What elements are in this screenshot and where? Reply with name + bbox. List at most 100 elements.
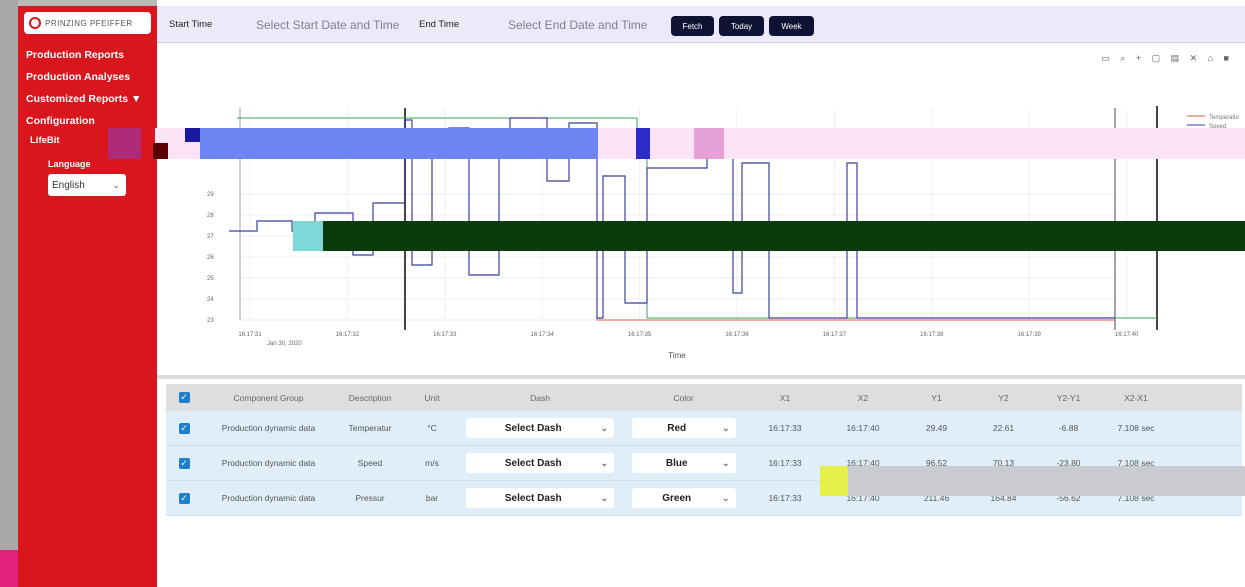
desktop-background — [0, 0, 18, 587]
x-axis-ticks: 16:17:31 16:17:32 16:17:33 16:17:34 16:17:35… — [238, 332, 1139, 338]
cell-x1: 16:17:33 — [768, 458, 802, 468]
header-y1: Y1 — [931, 392, 942, 403]
chart-toolbar[interactable]: ▭ ⌕ + ▢ ▤ ✕ ⌂ ■ — [1101, 53, 1233, 64]
y-axis-ticks: 23 24 25 26 27 28 29 — [207, 192, 214, 324]
glitch-block-magenta — [108, 128, 141, 159]
cell-x2-x1: 7.108 sec — [1117, 423, 1155, 433]
logo-circle-icon — [29, 17, 41, 29]
table-cell: ✓ — [166, 422, 202, 434]
x-axis-label: Time — [668, 351, 686, 360]
dash-select-value: Select Dash — [504, 422, 562, 434]
sidebar: PRINZING PFEIFFER Production Reports Pro… — [18, 6, 157, 587]
cell-description: Pressur — [355, 493, 385, 503]
cell-y1: 29.49 — [925, 423, 948, 433]
cell-y2: 22.61 — [992, 423, 1015, 433]
logo-text: PRINZING PFEIFFER — [45, 18, 133, 28]
select-all-checkbox[interactable]: ✓ — [178, 392, 190, 403]
cell-description: Temperatur — [348, 423, 392, 433]
fetch-button[interactable]: Fetch — [671, 16, 714, 36]
glitch-block-pastel — [694, 128, 724, 159]
x-tick-label: 16:17:32 — [336, 332, 360, 338]
header-unit: Unit — [424, 392, 440, 403]
header-x2-x1: X2-X1 — [1124, 392, 1148, 403]
start-date-input[interactable]: Select Start Date and Time — [256, 18, 399, 32]
header-description: Description — [348, 392, 392, 403]
y-tick-label: 23 — [207, 318, 214, 324]
row-checkbox[interactable]: ✓ — [178, 457, 190, 469]
chart-svg: 23242526272829 16:17:31 16:17:32 16:17:33 1… — [207, 106, 1239, 360]
header-component-group: Component Group — [233, 392, 304, 403]
table-cell: Select Dash ⌄ — [459, 488, 621, 508]
x-tick-label: 16:17:40 — [1115, 332, 1139, 338]
today-button[interactable]: Today — [719, 16, 764, 36]
color-select[interactable]: Green ⌄ — [631, 488, 736, 508]
glitch-block-maroon — [153, 143, 168, 159]
end-time-label: End Time — [419, 19, 460, 30]
brand-logo[interactable]: PRINZING PFEIFFER — [24, 12, 151, 34]
chevron-down-icon: ⌄ — [600, 457, 608, 468]
end-date-input[interactable]: Select End Date and Time — [508, 18, 647, 32]
chevron-down-icon: ⌄ — [600, 492, 608, 503]
row-checkbox[interactable]: ✓ — [178, 492, 190, 504]
dash-select[interactable]: Select Dash ⌄ — [466, 453, 614, 473]
y-tick-label: 27 — [207, 234, 214, 240]
table-cell: Green ⌄ — [621, 488, 746, 508]
x-tick-label: 16:17:34 — [531, 332, 555, 338]
cell-x1: 16:17:33 — [768, 493, 802, 503]
glitch-band-blue — [200, 128, 598, 159]
sidebar-item-production-reports[interactable]: Production Reports — [18, 44, 157, 66]
glitch-block-yellow — [820, 466, 848, 496]
main-content: Start Time Select Start Date and Time En… — [157, 0, 1245, 587]
dash-select[interactable]: Select Dash ⌄ — [466, 418, 614, 438]
date-filter-bar: Start Time Select Start Date and Time En… — [157, 6, 1245, 43]
x-axis-date: Jan 30, 2020 — [267, 341, 302, 347]
header-y2-y1: Y2-Y1 — [1056, 392, 1081, 403]
chevron-down-icon: ⌄ — [721, 457, 730, 468]
color-select[interactable]: Blue ⌄ — [631, 453, 736, 473]
header-x2: X2 — [857, 392, 869, 403]
language-value: English — [52, 179, 85, 191]
header-dash: Dash — [530, 392, 550, 403]
chevron-down-icon: ⌄ — [112, 179, 120, 190]
y-tick-label: 25 — [207, 276, 214, 282]
legend-label-temperatur: Temperatur — [1209, 115, 1239, 121]
x-tick-label: 16:17:36 — [725, 332, 749, 338]
week-button[interactable]: Week — [769, 16, 814, 36]
table-cell: Blue ⌄ — [621, 453, 746, 473]
x-tick-label: 16:17:31 — [238, 332, 262, 338]
header-color: Color — [673, 392, 694, 403]
row-checkbox[interactable]: ✓ — [178, 422, 190, 434]
table-row: ✓ Production dynamic data Temperatur °C Sele… — [166, 411, 1242, 446]
start-time-label: Start Time — [169, 19, 213, 30]
glitch-block-navy — [185, 128, 200, 142]
table-cell: Select Dash ⌄ — [459, 453, 621, 473]
table-cell: ✓ — [166, 457, 202, 469]
cell-unit: °C — [427, 423, 437, 433]
x-tick-label: 16:17:35 — [628, 332, 652, 338]
cell-component-group: Production dynamic data — [221, 493, 316, 503]
language-select[interactable]: English ⌄ — [48, 174, 126, 196]
table-header: ✓ Component Group Description Unit Dash … — [166, 384, 1242, 411]
cell-component-group: Production dynamic data — [221, 423, 316, 433]
dash-select-value: Select Dash — [504, 457, 562, 469]
glitch-band-green — [323, 221, 1245, 251]
cell-component-group: Production dynamic data — [221, 458, 316, 468]
glitch-band-gray — [820, 466, 1245, 496]
y-tick-label: 29 — [207, 192, 214, 198]
y-tick-label: 26 — [207, 255, 214, 261]
cell-y2-y1: -6.88 — [1058, 423, 1079, 433]
sidebar-item-production-analyses[interactable]: Production Analyses — [18, 66, 157, 88]
color-select[interactable]: Red ⌄ — [631, 418, 736, 438]
x-tick-label: 16:17:38 — [920, 332, 944, 338]
chevron-down-icon: ⌄ — [721, 492, 730, 503]
dash-select[interactable]: Select Dash ⌄ — [466, 488, 614, 508]
table-cell: Red ⌄ — [621, 418, 746, 438]
color-select-value: Blue — [665, 457, 688, 469]
taskbar-fragment — [0, 550, 18, 587]
cell-description: Speed — [357, 458, 383, 468]
header-y2: Y2 — [998, 392, 1009, 403]
cell-x2: 16:17:40 — [846, 423, 880, 433]
sidebar-item-customized-reports[interactable]: Customized Reports ▼ — [18, 88, 157, 110]
y-tick-label: 28 — [207, 213, 214, 219]
dash-select-value: Select Dash — [504, 492, 562, 504]
